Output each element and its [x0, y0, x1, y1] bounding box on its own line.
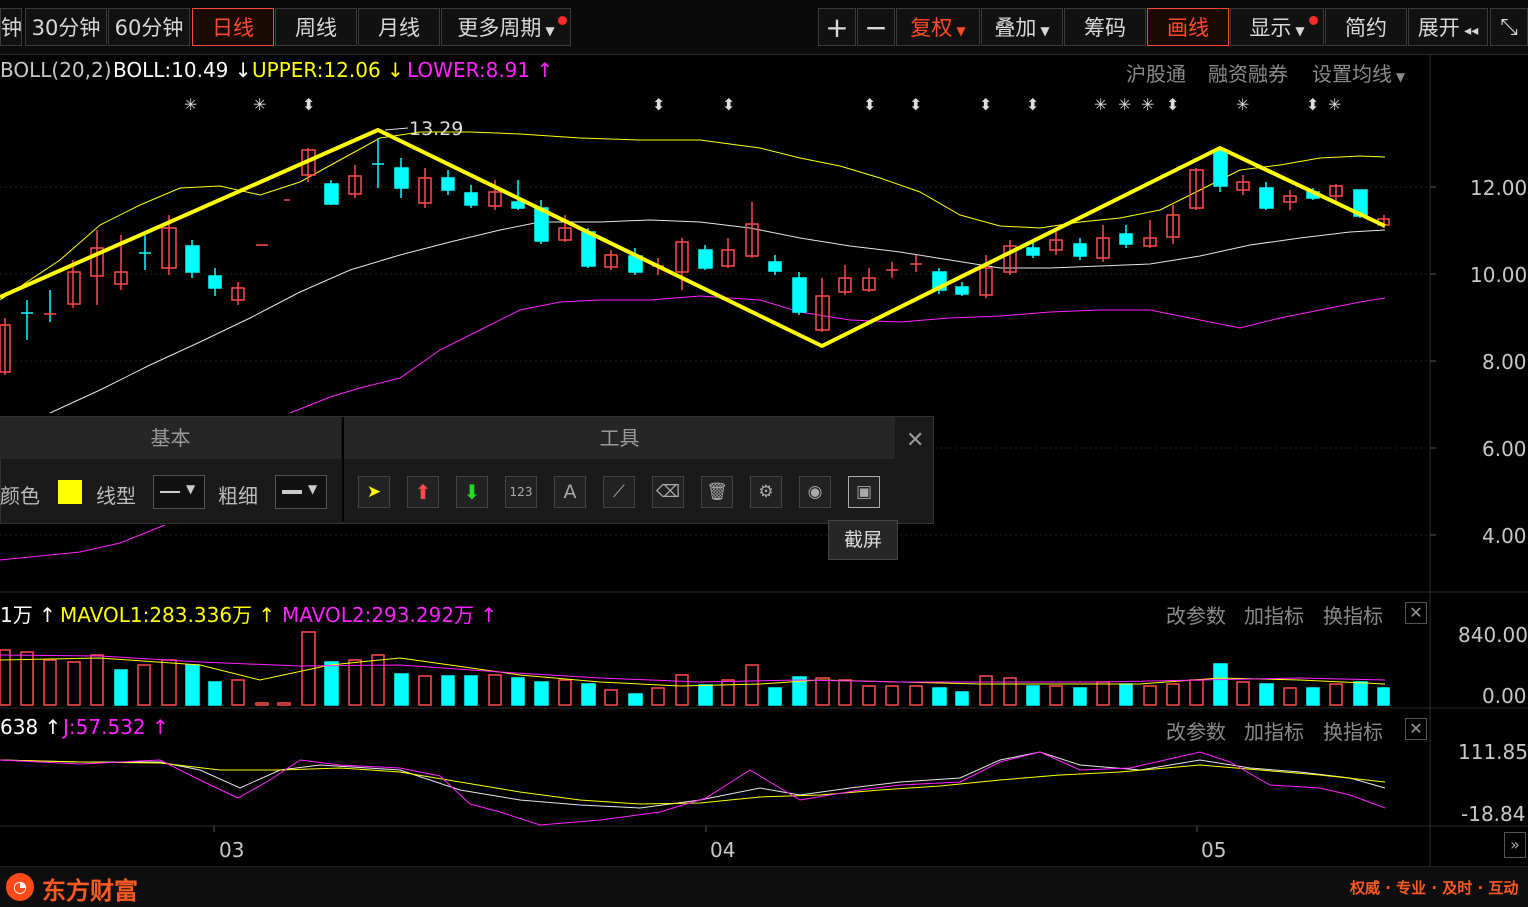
vol-axis-label: 0.00	[1482, 684, 1527, 708]
vol-change-params-link[interactable]: 改参数	[1166, 600, 1226, 629]
candlesticks	[0, 138, 1390, 375]
thickness-label: 粗细	[218, 484, 258, 508]
arrow-up-icon: ↑	[38, 715, 62, 739]
price-axis-ticks	[1430, 186, 1436, 536]
vol-value-text: 1万	[0, 603, 33, 627]
x-axis-ticks	[213, 826, 1198, 832]
brand-slogan: 权威 · 专业 · 及时 · 互动	[1350, 879, 1519, 897]
arrow-marker-icon: ⬍	[1166, 95, 1179, 114]
eraser-tool-icon[interactable]: ⌫	[652, 476, 684, 508]
arrow-marker-icon: ⬍	[652, 95, 665, 114]
boll-lower-line	[289, 295, 1386, 414]
footer-bar: ◔ 东方财富 权威 · 专业 · 及时 · 互动	[0, 866, 1528, 907]
star-marker-icon: ✳	[184, 95, 197, 114]
kdj-d-line	[0, 759, 1386, 805]
volume-bars	[0, 631, 1390, 706]
mavol1-text: MAVOL1:283.336万	[60, 603, 253, 627]
price-axis-label: 4.00	[1482, 524, 1527, 548]
vol-axis-label: 840.00	[1458, 623, 1528, 647]
tooltip: 截屏	[828, 520, 898, 560]
x-axis-label: 05	[1201, 838, 1227, 862]
close-icon[interactable]: ✕	[906, 428, 924, 453]
peak-pointer-line	[384, 127, 409, 131]
thickness-select[interactable]: ▼	[275, 475, 327, 509]
boll-lower-line-tail	[0, 524, 166, 561]
arrow-up-icon: ↑	[32, 603, 56, 627]
pointer-tool-icon[interactable]: ➤	[358, 476, 390, 508]
trash-icon[interactable]: 🗑	[701, 476, 733, 508]
caret-down-icon: ▼	[308, 482, 318, 496]
star-marker-icon: ✳	[1141, 95, 1154, 114]
price-axis-label: 10.00	[1470, 263, 1528, 287]
vol-value: 1万 ↑	[0, 599, 56, 628]
star-marker-icon: ✳	[1328, 95, 1341, 114]
price-axis-label: 6.00	[1482, 437, 1527, 461]
kdj-add-indicator-link[interactable]: 加指标	[1244, 716, 1304, 745]
number-tool-icon[interactable]: 123	[505, 476, 537, 508]
boll-upper-line	[0, 131, 1386, 301]
arrow-marker-icon: ⬍	[909, 95, 922, 114]
mavol2-line	[0, 654, 1386, 683]
text-tool-icon[interactable]: A	[554, 476, 586, 508]
kdj-j-text: J:57.532	[63, 715, 146, 739]
line-type-select[interactable]: ▼	[153, 475, 205, 509]
double-chevron-right-icon[interactable]: »	[1504, 832, 1526, 858]
line-sample	[160, 491, 180, 493]
arrow-up-icon: ↑	[252, 603, 276, 627]
arrow-marker-icon: ⬍	[1026, 95, 1039, 114]
star-marker-icon: ✳	[1118, 95, 1131, 114]
arrow-marker-icon: ⬍	[722, 95, 735, 114]
thickness-sample	[282, 490, 302, 494]
signal-markers: ✳ ✳ ⬍ ⬍ ⬍ ⬍ ⬍ ⬍ ⬍ ✳ ✳ ✳ ⬍ ✳ ⬍ ✳	[184, 95, 1341, 114]
star-marker-icon: ✳	[1094, 95, 1107, 114]
arrow-up-icon: ↑	[145, 715, 169, 739]
mavol2-text: MAVOL2:293.292万	[282, 603, 475, 627]
ruler-tool-icon[interactable]: ⟋	[603, 476, 635, 508]
arrow-marker-icon: ⬍	[863, 95, 876, 114]
kdj-switch-indicator-link[interactable]: 换指标	[1323, 716, 1383, 745]
close-icon[interactable]: ✕	[1405, 602, 1427, 624]
arrow-marker-icon: ⬍	[302, 95, 315, 114]
eye-icon[interactable]: ◉	[799, 476, 831, 508]
brand-name: 东方财富	[42, 877, 138, 905]
kdj-d-value: 638 ↑	[0, 715, 61, 739]
kdj-k-line	[0, 751, 1386, 809]
arrow-marker-icon: ⬍	[1306, 95, 1319, 114]
kdj-j-line	[0, 751, 1386, 826]
x-axis-label: 04	[710, 838, 736, 862]
color-swatch[interactable]	[58, 480, 82, 504]
kdj-j-value: J:57.532 ↑	[63, 715, 169, 739]
price-axis-label: 12.00	[1470, 176, 1528, 200]
close-icon[interactable]: ✕	[1405, 718, 1427, 740]
mavol1-value: MAVOL1:283.336万 ↑	[60, 599, 275, 628]
line-type-label: 线型	[96, 484, 136, 508]
vol-switch-indicator-link[interactable]: 换指标	[1323, 600, 1383, 629]
mavol2-value: MAVOL2:293.292万 ↑	[282, 599, 497, 628]
brand-logo-icon: ◔	[6, 873, 34, 901]
caret-down-icon: ▼	[186, 482, 196, 496]
kdj-change-params-link[interactable]: 改参数	[1166, 716, 1226, 745]
drawn-trend-line[interactable]	[0, 128, 1386, 348]
star-marker-icon: ✳	[1236, 95, 1249, 114]
arrow-up-icon: ↑	[474, 603, 498, 627]
star-marker-icon: ✳	[253, 95, 266, 114]
screenshot-icon[interactable]: ▣	[848, 476, 880, 508]
down-arrow-tool-icon[interactable]: ⬇	[456, 476, 488, 508]
color-label: 颜色	[0, 484, 40, 508]
gear-icon[interactable]: ⚙	[750, 476, 782, 508]
price-axis-label: 8.00	[1482, 350, 1527, 374]
vol-add-indicator-link[interactable]: 加指标	[1244, 600, 1304, 629]
basic-section-title: 基本	[0, 417, 341, 459]
tools-section-title: 工具	[344, 417, 895, 459]
x-axis-label: 03	[219, 838, 245, 862]
panel-divider	[342, 417, 344, 521]
up-arrow-tool-icon[interactable]: ⬆	[407, 476, 439, 508]
kdj-axis-label: -18.84	[1461, 802, 1526, 826]
peak-price-label: 13.29	[409, 118, 463, 140]
kdj-d-text: 638	[0, 715, 39, 739]
arrow-marker-icon: ⬍	[979, 95, 992, 114]
kdj-axis-label: 111.85	[1458, 740, 1528, 764]
